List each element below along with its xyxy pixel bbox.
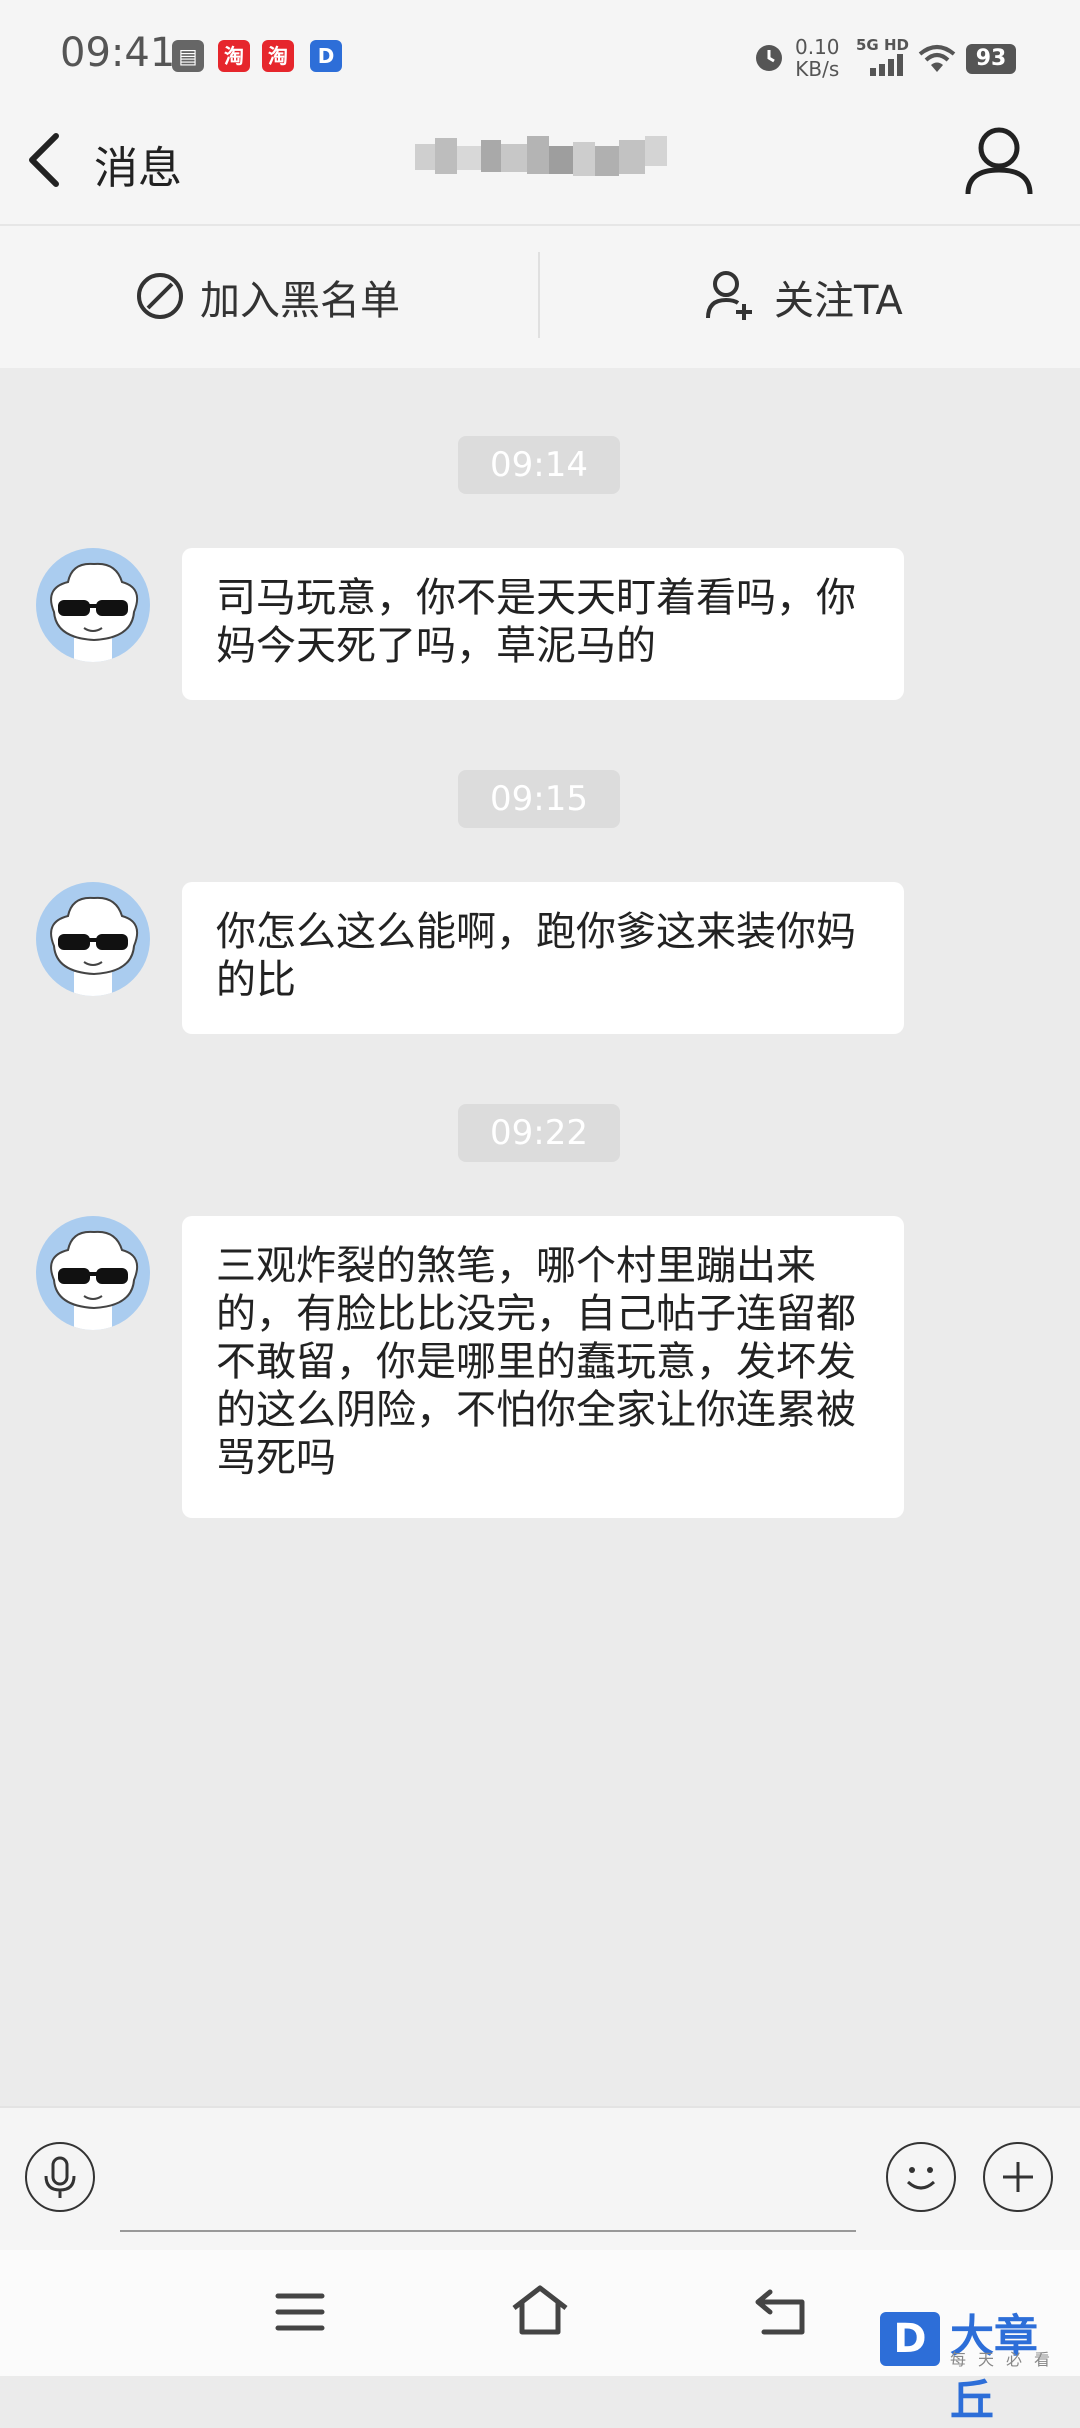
cloud-sunglasses-avatar-icon <box>50 562 138 662</box>
follow-label: 关注TA <box>774 278 903 324</box>
message-bubble: 你怎么这么能啊，跑你爹这来装你妈的比 <box>182 882 904 1034</box>
message-text: 司马玩意，你不是天天盯着看吗，你妈今天死了吗，草泥马的 <box>216 575 856 669</box>
emoji-button[interactable] <box>886 2142 956 2212</box>
net-rate-value: 0.10 <box>795 35 840 59</box>
status-clock: 09:41 <box>60 30 176 76</box>
voice-button[interactable] <box>25 2142 95 2212</box>
message-text: 三观炸裂的煞笔，哪个村里蹦出来的，有脸比比没完，自己帖子连留都不敢留，你是哪里的… <box>216 1243 856 1481</box>
message-timestamp: 09:14 <box>458 436 620 494</box>
dazhangqiu-icon: D <box>310 40 342 72</box>
add-user-icon <box>706 271 752 320</box>
microphone-icon <box>44 2156 76 2198</box>
peer-name-pixelated <box>415 136 667 176</box>
cloud-sunglasses-avatar-icon <box>50 1230 138 1330</box>
message-bubble: 三观炸裂的煞笔，哪个村里蹦出来的，有脸比比没完，自己帖子连留都不敢留，你是哪里的… <box>182 1216 904 1518</box>
avatar[interactable] <box>36 548 150 662</box>
back-label[interactable]: 消息 <box>94 132 182 196</box>
follow-button[interactable]: 关注TA <box>706 268 1006 328</box>
blacklist-label: 加入黑名单 <box>200 278 400 324</box>
block-icon <box>137 273 183 319</box>
watermark-logo: D <box>880 2312 940 2366</box>
avatar[interactable] <box>36 882 150 996</box>
message-input[interactable] <box>120 2140 856 2232</box>
cloud-sunglasses-avatar-icon <box>50 896 138 996</box>
avatar[interactable] <box>36 1216 150 1330</box>
profile-icon[interactable] <box>964 124 1034 198</box>
battery-indicator: 93 <box>966 44 1016 74</box>
net-rate-unit: KB/s <box>795 57 840 81</box>
sim-card-icon: ▤ <box>172 40 204 72</box>
back-arrow-icon[interactable] <box>22 130 66 190</box>
message-timestamp: 09:15 <box>458 770 620 828</box>
signal-icon <box>870 54 903 76</box>
taobao-icon-2: 淘 <box>262 40 294 72</box>
message-bubble: 司马玩意，你不是天天盯着看吗，你妈今天死了吗，草泥马的 <box>182 548 904 700</box>
wifi-icon <box>918 45 956 72</box>
back-nav-icon[interactable] <box>754 2288 810 2336</box>
taobao-icon: 淘 <box>218 40 250 72</box>
alarm-icon <box>756 45 782 71</box>
menu-icon[interactable] <box>274 2290 326 2334</box>
message-text: 你怎么这么能啊，跑你爹这来装你妈的比 <box>216 909 856 1003</box>
smiley-icon <box>906 2167 936 2190</box>
network-label: 5G HD <box>856 36 909 54</box>
message-timestamp: 09:22 <box>458 1104 620 1162</box>
more-button[interactable] <box>983 2142 1053 2212</box>
net-rate: 0.10 KB/s <box>795 36 840 80</box>
home-icon[interactable] <box>510 2284 570 2336</box>
plus-icon <box>1003 2162 1033 2192</box>
action-divider <box>538 252 540 338</box>
watermark-slogan: 每天必看 <box>950 2350 1063 2369</box>
blacklist-button[interactable]: 加入黑名单 <box>136 268 536 328</box>
